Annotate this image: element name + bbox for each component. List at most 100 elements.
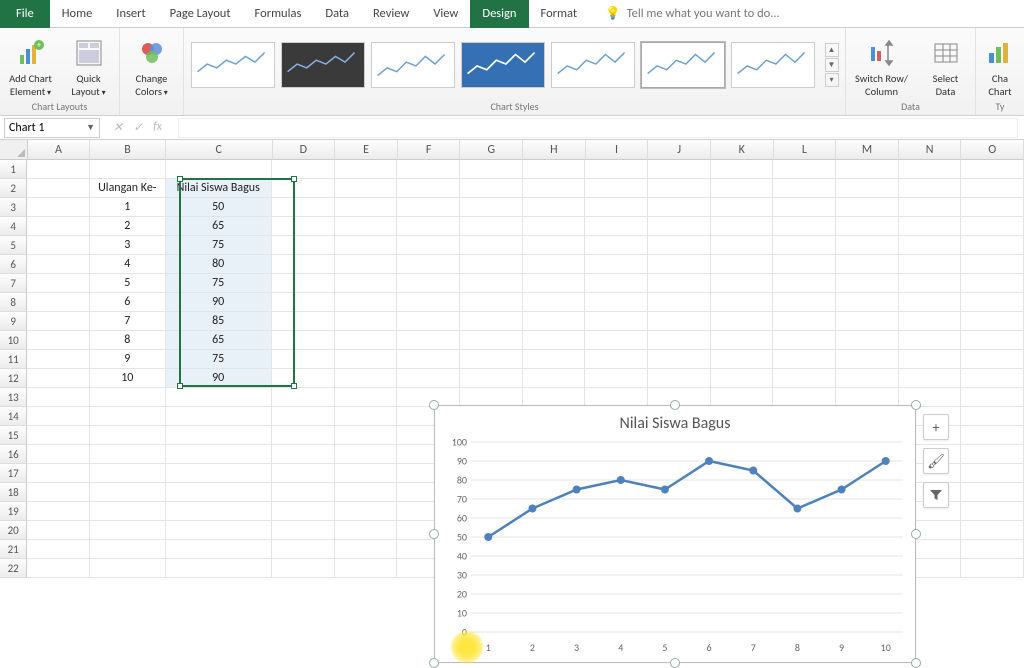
cell-I6[interactable] [585, 255, 648, 274]
cell-J7[interactable] [648, 274, 711, 293]
column-header-K[interactable]: K [711, 140, 774, 160]
cell-L6[interactable] [773, 255, 836, 274]
cell-O8[interactable] [961, 293, 1024, 312]
cell-A12[interactable] [27, 369, 90, 388]
cell-F4[interactable] [397, 217, 460, 236]
cell-E16[interactable] [335, 445, 398, 464]
gallery-more[interactable]: ▾ [825, 73, 839, 87]
row-header-19[interactable]: 19 [0, 502, 27, 521]
cell-B15[interactable] [90, 426, 165, 445]
chart-style-4[interactable] [461, 42, 545, 88]
cell-E1[interactable] [335, 160, 398, 179]
cell-E21[interactable] [335, 540, 398, 559]
cell-G12[interactable] [460, 369, 523, 388]
tab-home[interactable]: Home [50, 0, 105, 28]
cancel-formula-icon[interactable]: ✕ [113, 120, 123, 135]
cell-A13[interactable] [27, 388, 90, 407]
cell-B13[interactable] [90, 388, 165, 407]
cell-L1[interactable] [773, 160, 836, 179]
row-header-14[interactable]: 14 [0, 407, 27, 426]
cell-O5[interactable] [961, 236, 1024, 255]
select-data-button[interactable]: Select Data [919, 32, 973, 98]
chart-elements-button[interactable]: + [923, 414, 949, 440]
cell-D8[interactable] [272, 293, 335, 312]
cell-C6[interactable]: 80 [166, 255, 272, 274]
cell-E19[interactable] [335, 502, 398, 521]
cell-O3[interactable] [961, 198, 1024, 217]
cell-C5[interactable]: 75 [166, 236, 272, 255]
row-header-20[interactable]: 20 [0, 521, 27, 540]
cell-N3[interactable] [899, 198, 962, 217]
fx-icon[interactable]: fx [153, 120, 168, 135]
cell-F12[interactable] [397, 369, 460, 388]
cell-M11[interactable] [836, 350, 899, 369]
embedded-chart[interactable]: + 🖌 Nilai Siswa Bagus 010203040506070809… [434, 405, 916, 663]
cell-K4[interactable] [711, 217, 774, 236]
cell-C18[interactable] [166, 483, 272, 502]
cell-E11[interactable] [335, 350, 398, 369]
cell-C22[interactable] [166, 559, 272, 578]
cell-C10[interactable]: 65 [166, 331, 272, 350]
cell-D16[interactable] [272, 445, 335, 464]
cell-O7[interactable] [961, 274, 1024, 293]
cell-E7[interactable] [335, 274, 398, 293]
cell-N4[interactable] [899, 217, 962, 236]
cell-E18[interactable] [335, 483, 398, 502]
cell-B11[interactable]: 9 [90, 350, 165, 369]
cell-A11[interactable] [27, 350, 90, 369]
cell-B14[interactable] [90, 407, 165, 426]
cell-D17[interactable] [272, 464, 335, 483]
cell-C20[interactable] [166, 521, 272, 540]
cell-B17[interactable] [90, 464, 165, 483]
cell-K5[interactable] [711, 236, 774, 255]
cell-O19[interactable] [961, 502, 1024, 521]
switch-row-column-button[interactable]: Switch Row/ Column [849, 32, 915, 98]
tab-design[interactable]: Design [470, 0, 528, 28]
cell-C16[interactable] [166, 445, 272, 464]
cell-K10[interactable] [711, 331, 774, 350]
cell-B12[interactable]: 10 [90, 369, 165, 388]
cell-H1[interactable] [523, 160, 586, 179]
cell-E9[interactable] [335, 312, 398, 331]
cell-D11[interactable] [272, 350, 335, 369]
cell-A21[interactable] [27, 540, 90, 559]
gallery-scroll-down[interactable]: ▼ [825, 58, 839, 72]
cell-B9[interactable]: 7 [90, 312, 165, 331]
cell-I8[interactable] [585, 293, 648, 312]
cell-G3[interactable] [460, 198, 523, 217]
change-colors-button[interactable]: Change Colors [125, 32, 179, 98]
cell-C19[interactable] [166, 502, 272, 521]
cell-J6[interactable] [648, 255, 711, 274]
add-chart-element-button[interactable]: + Add Chart Element [4, 32, 58, 98]
cell-F7[interactable] [397, 274, 460, 293]
cell-C17[interactable] [166, 464, 272, 483]
cell-H9[interactable] [523, 312, 586, 331]
cell-G7[interactable] [460, 274, 523, 293]
cell-N8[interactable] [899, 293, 962, 312]
cell-E2[interactable] [335, 179, 398, 198]
cell-A7[interactable] [27, 274, 90, 293]
cell-L12[interactable] [773, 369, 836, 388]
cell-C1[interactable] [166, 160, 272, 179]
column-header-C[interactable]: C [166, 140, 273, 160]
cell-L2[interactable] [773, 179, 836, 198]
cell-N2[interactable] [899, 179, 962, 198]
cell-O13[interactable] [961, 388, 1024, 407]
row-header-11[interactable]: 11 [0, 350, 27, 369]
cell-M12[interactable] [836, 369, 899, 388]
chart-style-5[interactable] [551, 42, 635, 88]
cell-K11[interactable] [711, 350, 774, 369]
cell-K7[interactable] [711, 274, 774, 293]
cell-O1[interactable] [961, 160, 1024, 179]
tab-insert[interactable]: Insert [104, 0, 157, 28]
tab-pagelayout[interactable]: Page Layout [158, 0, 243, 28]
row-header-2[interactable]: 2 [0, 179, 27, 198]
cell-M3[interactable] [836, 198, 899, 217]
formula-input[interactable] [178, 118, 1018, 138]
cell-H11[interactable] [523, 350, 586, 369]
cell-D7[interactable] [272, 274, 335, 293]
cell-C3[interactable]: 50 [166, 198, 272, 217]
row-header-18[interactable]: 18 [0, 483, 27, 502]
cell-A17[interactable] [27, 464, 90, 483]
cell-I11[interactable] [585, 350, 648, 369]
